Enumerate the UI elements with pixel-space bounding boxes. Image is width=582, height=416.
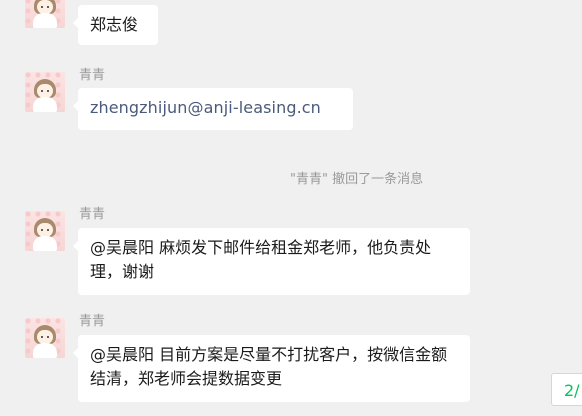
sender-avatar[interactable] <box>25 318 65 358</box>
message-bubble[interactable]: @吴晨阳 目前方案是尽量不打扰客户，按微信金额结清，郑老师会提数据变更 <box>73 335 470 402</box>
page-indicator-text: 2/ <box>564 381 580 400</box>
sender-avatar[interactable] <box>25 211 65 251</box>
sender-avatar[interactable] <box>25 72 65 112</box>
message-text: @吴晨阳 目前方案是尽量不打扰客户，按微信金额结清，郑老师会提数据变更 <box>90 345 448 388</box>
message-bubble[interactable]: 郑志俊 <box>73 5 158 45</box>
email-link[interactable]: zhengzhijun@anji-leasing.cn <box>90 98 321 117</box>
sender-name: 青青 <box>79 207 106 222</box>
sender-avatar[interactable] <box>25 0 65 28</box>
message-bubble[interactable]: @吴晨阳 麻烦发下邮件给租金郑老师，他负责处理，谢谢 <box>73 228 470 295</box>
sender-name: 青青 <box>79 68 106 83</box>
recall-notice: "青青" 撤回了一条消息 <box>290 172 424 187</box>
message-bubble[interactable]: zhengzhijun@anji-leasing.cn <box>73 88 353 130</box>
page-indicator[interactable]: 2/ <box>551 373 582 406</box>
message-text: @吴晨阳 麻烦发下邮件给租金郑老师，他负责处理，谢谢 <box>90 238 432 281</box>
sender-name: 青青 <box>79 314 106 329</box>
message-text: 郑志俊 <box>90 15 139 34</box>
